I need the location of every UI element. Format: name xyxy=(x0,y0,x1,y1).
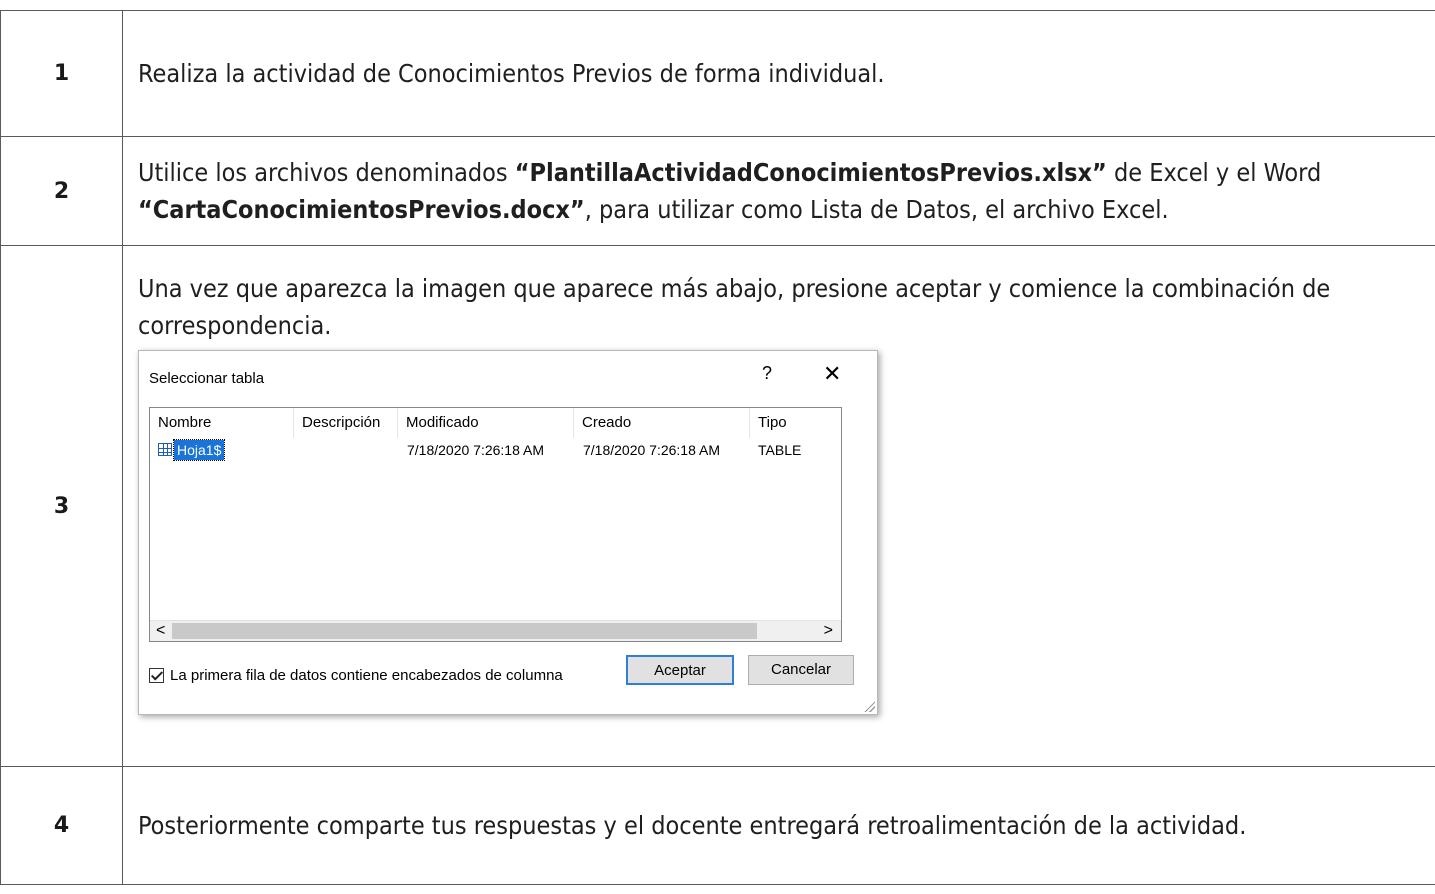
header-row-checkbox[interactable] xyxy=(149,668,164,683)
cancel-button[interactable]: Cancelar xyxy=(748,655,854,685)
scroll-right-icon[interactable]: > xyxy=(824,621,833,641)
instructions-table: 1 Realiza la actividad de Conocimientos … xyxy=(0,10,1435,885)
item-type: TABLE xyxy=(758,442,802,458)
item-name[interactable]: Hoja1$ xyxy=(172,439,226,461)
checkbox-label[interactable]: La primera fila de datos contiene encabe… xyxy=(170,667,563,684)
horizontal-scrollbar[interactable]: < > xyxy=(150,620,841,641)
list-item[interactable]: Hoja1$ 7/18/2020 7:26:18 AM 7/18/2020 7:… xyxy=(150,439,841,462)
column-header-creado[interactable]: Creado xyxy=(574,408,750,438)
table-row: 3 Una vez que aparezca la imagen que apa… xyxy=(0,245,1435,767)
step-number: 4 xyxy=(0,766,123,885)
table-row: 1 Realiza la actividad de Conocimientos … xyxy=(0,10,1435,137)
step-number: 3 xyxy=(0,245,123,767)
step-text: Posteriormente comparte tus respuestas y… xyxy=(122,766,1435,885)
step-content: Una vez que aparezca la imagen que apare… xyxy=(122,245,1435,767)
step-number: 2 xyxy=(0,136,123,246)
resize-grip-icon[interactable] xyxy=(863,700,875,712)
column-header-descripcion[interactable]: Descripción xyxy=(294,408,398,438)
step-text: Utilice los archivos denominados “Planti… xyxy=(122,136,1435,246)
step-text: Una vez que aparezca la imagen que apare… xyxy=(138,274,1331,340)
step-text-part: , para utilizar como Lista de Datos, el … xyxy=(584,195,1169,224)
table-list[interactable]: Nombre Descripción Modificado Creado Tip… xyxy=(149,407,842,642)
column-header-nombre[interactable]: Nombre xyxy=(150,408,294,438)
column-header-modificado[interactable]: Modificado xyxy=(398,408,574,438)
select-table-dialog: Seleccionar tabla ? ✕ Nombre Descripción… xyxy=(138,350,878,715)
excel-filename: “PlantillaActividadConocimientosPrevios.… xyxy=(514,158,1107,187)
step-text-part: de Excel y el Word xyxy=(1106,158,1322,187)
table-row: 4 Posteriormente comparte tus respuestas… xyxy=(0,766,1435,885)
close-icon[interactable]: ✕ xyxy=(823,361,841,387)
table-icon xyxy=(158,443,172,456)
item-modified: 7/18/2020 7:26:18 AM xyxy=(407,442,544,458)
table-row: 2 Utilice los archivos denominados “Plan… xyxy=(0,136,1435,246)
list-header: Nombre Descripción Modificado Creado Tip… xyxy=(150,408,841,438)
step-text-part: Utilice los archivos denominados xyxy=(138,158,515,187)
step-number: 1 xyxy=(0,10,123,137)
help-button[interactable]: ? xyxy=(762,363,772,384)
word-filename: “CartaConocimientosPrevios.docx” xyxy=(138,195,585,224)
column-header-tipo[interactable]: Tipo xyxy=(750,408,841,438)
accept-button[interactable]: Aceptar xyxy=(626,655,734,685)
item-created: 7/18/2020 7:26:18 AM xyxy=(583,442,720,458)
dialog-title: Seleccionar tabla xyxy=(149,370,265,387)
scroll-thumb[interactable] xyxy=(172,623,757,639)
scroll-left-icon[interactable]: < xyxy=(156,621,165,641)
step-text: Realiza la actividad de Conocimientos Pr… xyxy=(122,10,1435,137)
